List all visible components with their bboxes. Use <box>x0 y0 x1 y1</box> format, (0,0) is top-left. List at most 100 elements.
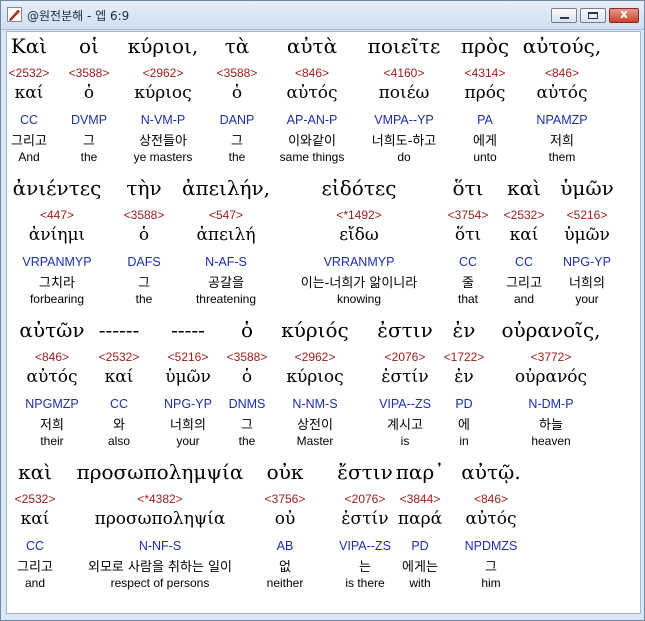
word-greek[interactable]: τὰ <box>225 34 250 58</box>
word-english: and <box>24 576 46 590</box>
word-code[interactable]: <3754> <box>448 208 489 222</box>
word-code[interactable]: <5216> <box>567 208 608 222</box>
word-english: do <box>397 150 411 164</box>
word-korean: 그리고 <box>11 134 47 149</box>
minimize-icon <box>560 17 569 19</box>
word-english: is <box>400 434 410 448</box>
close-button[interactable]: x <box>609 7 639 23</box>
word-greek[interactable]: ἐν <box>453 318 476 342</box>
word-parse: CC <box>109 397 129 411</box>
word-greek[interactable]: προσωπολημψία <box>77 460 244 484</box>
word-greek[interactable]: αὐτούς, <box>523 34 602 58</box>
word-parse: AP-AN-P <box>286 113 338 127</box>
word-parse: N-VM-P <box>140 113 186 127</box>
word-lemma: πρός <box>464 83 506 103</box>
word-lemma: καί <box>20 509 50 529</box>
word-korean: 그치라 <box>39 276 75 291</box>
word-code[interactable]: <2076> <box>385 350 426 364</box>
word-parse: NPG-YP <box>164 397 212 411</box>
word-greek[interactable]: αὐτῶν <box>19 318 84 342</box>
word-greek[interactable]: ------ <box>99 318 140 342</box>
word-english: and <box>513 292 535 306</box>
word-greek[interactable]: οἱ <box>79 34 99 58</box>
word-greek[interactable]: τὴν <box>126 176 161 200</box>
word-code[interactable]: <3756> <box>265 492 306 506</box>
word-korean: 그 <box>485 560 497 575</box>
word-code[interactable]: <4160> <box>384 66 425 80</box>
word-code[interactable]: <3772> <box>531 350 572 364</box>
title-bar[interactable]: @원전분해 - 엡 6:9 x <box>1 1 644 30</box>
word-greek[interactable]: εἰδότες <box>322 176 397 200</box>
word-parse: DNMS <box>228 397 266 411</box>
word-greek[interactable]: παρ᾽ <box>396 460 444 484</box>
word-greek[interactable]: οὐκ <box>267 460 304 484</box>
word-lemma: εἴδω <box>339 225 379 245</box>
word-greek[interactable]: Καὶ <box>11 34 47 58</box>
word-english: also <box>107 434 131 448</box>
word-greek[interactable]: ἀνιέντες <box>13 176 102 200</box>
word-code[interactable]: <2532> <box>15 492 56 506</box>
word-greek[interactable]: πρὸς <box>461 34 509 58</box>
word-lemma: αὐτός <box>26 367 78 387</box>
word-korean: 그 <box>231 134 243 149</box>
word-code[interactable]: <2532> <box>99 350 140 364</box>
maximize-button[interactable] <box>580 8 606 23</box>
word-greek[interactable]: καὶ <box>507 176 541 200</box>
word-code[interactable]: <4314> <box>465 66 506 80</box>
word-lemma: ποιέω <box>378 83 430 103</box>
word-code[interactable]: <3844> <box>400 492 441 506</box>
word-korean: 이와같이 <box>288 134 336 149</box>
word-code[interactable]: <547> <box>209 208 243 222</box>
word-lemma: ὁ <box>138 225 150 245</box>
word-greek[interactable]: ἀπειλήν, <box>182 176 270 200</box>
word-greek[interactable]: καὶ <box>18 460 52 484</box>
word-parse: NPAMZP <box>536 113 588 127</box>
word-greek[interactable]: ὑμῶν <box>560 176 614 200</box>
word-greek[interactable]: ----- <box>171 318 205 342</box>
word-code[interactable]: <846> <box>545 66 579 80</box>
word-parse: VMPA--YP <box>374 113 434 127</box>
word-greek[interactable]: κύριοι, <box>128 34 199 58</box>
word-greek[interactable]: ἔστιν <box>337 460 392 484</box>
word-greek[interactable]: αὐτὰ <box>287 34 337 58</box>
word-greek[interactable]: αὐτῷ. <box>461 460 520 484</box>
word-parse: N-NM-S <box>292 397 338 411</box>
word-greek[interactable]: ὁ <box>241 318 253 342</box>
word-code[interactable]: <3588> <box>69 66 110 80</box>
word-code[interactable]: <3588> <box>227 350 268 364</box>
word-greek[interactable]: οὐρανοῖς, <box>501 318 600 342</box>
word-korean: 너희의 <box>569 276 605 291</box>
word-code[interactable]: <3588> <box>217 66 258 80</box>
word-code[interactable]: <*1492> <box>336 208 381 222</box>
word-code[interactable]: <2076> <box>345 492 386 506</box>
word-code[interactable]: <*4382> <box>137 492 182 506</box>
word-greek[interactable]: ἐστιν <box>377 318 432 342</box>
word-code[interactable]: <447> <box>40 208 74 222</box>
word-greek[interactable]: ὅτι <box>453 176 484 200</box>
word-parse: VIPA--ZS <box>339 539 391 553</box>
word-code[interactable]: <2962> <box>295 350 336 364</box>
word-english: your <box>575 292 599 306</box>
word-code[interactable]: <846> <box>35 350 69 364</box>
word-lemma: οὐ <box>274 509 296 529</box>
word-code[interactable]: <846> <box>295 66 329 80</box>
word-english: knowing <box>336 292 382 306</box>
word-code[interactable]: <846> <box>474 492 508 506</box>
word-code[interactable]: <1722> <box>444 350 485 364</box>
interlinear-panel[interactable]: Καὶ <2532> καί CC 그리고 And οἱ <3588> ὁ DVMP 그 the κύρ… <box>6 31 641 614</box>
word-english: same things <box>279 150 345 164</box>
word-code[interactable]: <2962> <box>143 66 184 80</box>
word-code[interactable]: <2532> <box>504 208 545 222</box>
word-lemma: ἀπειλή <box>196 225 256 245</box>
word-english: the <box>238 434 256 448</box>
word-greek[interactable]: ποιεῖτε <box>368 34 441 58</box>
word-lemma: οὐρανός <box>514 367 588 387</box>
word-parse: DVMP <box>70 113 108 127</box>
word-korean: 그 <box>138 276 150 291</box>
word-code[interactable]: <5216> <box>168 350 209 364</box>
word-greek[interactable]: κύριός <box>281 318 349 342</box>
word-lemma: ἐστίν <box>381 367 429 387</box>
word-code[interactable]: <3588> <box>124 208 165 222</box>
minimize-button[interactable] <box>551 8 577 23</box>
word-code[interactable]: <2532> <box>9 66 50 80</box>
